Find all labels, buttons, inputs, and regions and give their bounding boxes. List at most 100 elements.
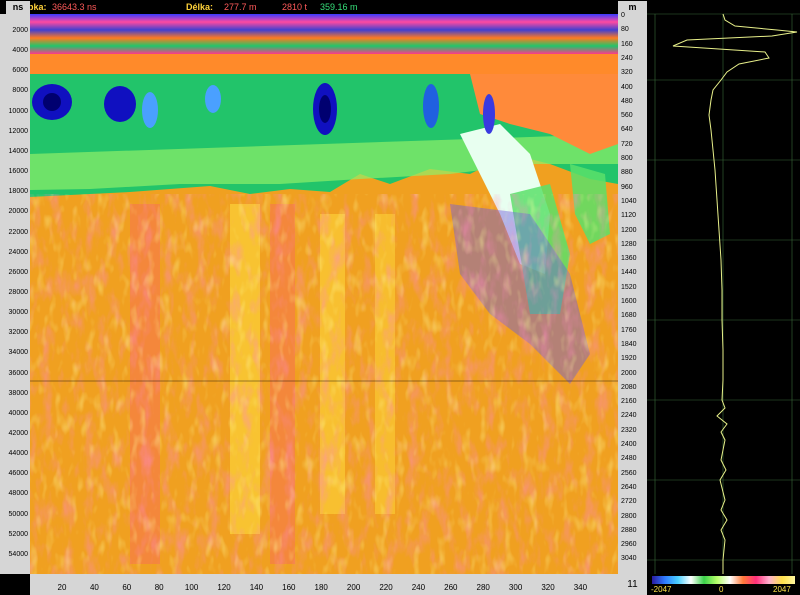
scale-max: 2047 <box>773 585 791 594</box>
depth-m-tick: 320 <box>621 69 633 77</box>
depth-m-tick: 400 <box>621 83 633 91</box>
depth-ns-tick: 20000 <box>8 208 28 216</box>
depth-m-tick: 3040 <box>621 555 637 563</box>
amplitude-scale: -2047 0 2047 <box>647 574 800 595</box>
depth-m-tick: 1120 <box>621 212 637 220</box>
depth-ns-tick: 42000 <box>8 430 28 437</box>
distance-tick: 140 <box>249 583 264 592</box>
trace-panel <box>647 0 800 574</box>
depth-axis-m: m 0 80 160 240 320 400 480 560 640 720 800 880 960 10… <box>618 1 647 574</box>
depth-m-tick: 1920 <box>621 355 637 363</box>
depth-m-tick: 1040 <box>621 197 637 205</box>
distance-tick: 20 <box>57 583 67 592</box>
depth-ns-tick: 46000 <box>8 470 28 478</box>
depth-m-tick: 2800 <box>621 512 637 520</box>
depth-ns-tick: 48000 <box>8 490 28 498</box>
depth-m-tick: 2880 <box>621 526 637 534</box>
distance-tick: 240 <box>411 583 426 592</box>
depth-m-tick: 80 <box>621 26 629 34</box>
depth-m-tick: 2480 <box>621 455 637 463</box>
distance-tick: 280 <box>476 583 490 592</box>
depth-ns-tick: 6000 <box>12 67 28 75</box>
distance-tick: 320 <box>541 583 555 592</box>
depth-axis-ns: ns 2000 4000 6000 8000 10000 12000 14000 16000 1… <box>0 1 30 574</box>
depth-m-tick: 240 <box>621 54 633 62</box>
depth-ns-tick: 14000 <box>8 147 28 155</box>
depth-ns-tick: 30000 <box>8 309 28 317</box>
depth-m-tick: 640 <box>621 126 633 134</box>
depth-ns-tick: 4000 <box>12 47 28 55</box>
position-value: 359.16 m <box>320 2 358 12</box>
distance-tick: 40 <box>89 583 99 592</box>
scale-mid: 0 <box>719 585 724 594</box>
depth-m-tick: 0 <box>621 12 625 19</box>
distance-tick: 340 <box>573 583 588 592</box>
depth-m-tick: 2080 <box>621 383 637 391</box>
distance-tick: 80 <box>154 583 164 592</box>
depth-m-tick: 800 <box>621 155 633 162</box>
depth-m-tick: 2320 <box>621 426 637 434</box>
depth-m-tick: 1760 <box>621 326 637 334</box>
depth-m-tick: 160 <box>621 40 633 48</box>
corner-value: 11 <box>618 574 647 595</box>
ns-unit: ns <box>6 1 30 14</box>
depth-m-tick: 1200 <box>621 226 637 234</box>
depth-ns-tick: 24000 <box>8 248 28 256</box>
distance-tick: 60 <box>122 583 132 592</box>
depth-m-tick: 960 <box>621 183 633 191</box>
distance-tick: 260 <box>444 583 458 592</box>
distance-tick: 180 <box>314 583 328 592</box>
status-bar: Hloubka: 36643.3 ns Délka: 277.7 m 2810 … <box>0 0 647 14</box>
depth-ns-tick: 36000 <box>8 369 28 377</box>
depth-ns-tick: 26000 <box>8 268 28 276</box>
depth-ns-tick: 22000 <box>8 228 28 236</box>
amplitude-trace <box>647 13 800 574</box>
depth-m-tick: 2560 <box>621 469 637 477</box>
depth-m-tick: 2640 <box>621 483 637 491</box>
depth-ns-tick: 2000 <box>12 27 28 34</box>
depth-ns-tick: 18000 <box>8 188 28 196</box>
depth-ns-tick: 8000 <box>12 87 28 95</box>
distance-tick: 300 <box>508 583 523 592</box>
depth-ns-tick: 16000 <box>8 168 28 176</box>
distance-tick: 220 <box>379 583 393 592</box>
depth-ns-tick: 52000 <box>8 530 28 538</box>
depth-m-tick: 1440 <box>621 269 637 277</box>
depth-value: 36643.3 ns <box>52 2 97 12</box>
distance-tick: 100 <box>184 583 199 592</box>
trace-count: 2810 t <box>282 2 308 12</box>
distance-tick: 120 <box>217 583 231 592</box>
depth-m-tick: 1600 <box>621 298 637 305</box>
depth-m-tick: 2960 <box>621 541 637 549</box>
distance-tick: 160 <box>282 583 296 592</box>
depth-ns-tick: 28000 <box>8 288 28 296</box>
depth-m-tick: 2000 <box>621 369 637 377</box>
depth-ns-tick: 12000 <box>8 127 28 135</box>
color-scale-bar <box>652 576 795 584</box>
depth-m-tick: 720 <box>621 140 633 148</box>
depth-m-tick: 880 <box>621 169 633 177</box>
depth-m-tick: 2160 <box>621 398 637 406</box>
radargram-view[interactable] <box>30 14 618 574</box>
depth-m-tick: 1360 <box>621 255 637 263</box>
scale-min: -2047 <box>651 585 672 594</box>
depth-m-tick: 1840 <box>621 340 637 348</box>
depth-m-tick: 1520 <box>621 283 637 291</box>
depth-ns-tick: 10000 <box>8 107 28 115</box>
depth-ns-tick: 54000 <box>8 550 28 558</box>
depth-ns-tick: 32000 <box>8 329 28 337</box>
depth-m-tick: 2400 <box>621 441 637 448</box>
length-value: 277.7 m <box>224 2 257 12</box>
distance-tick: 200 <box>346 583 361 592</box>
depth-m-tick: 1680 <box>621 312 637 320</box>
depth-m-tick: 2720 <box>621 498 637 506</box>
depth-m-tick: 560 <box>621 112 633 120</box>
depth-ns-tick: 44000 <box>8 450 28 458</box>
distance-axis: 20 40 60 80 100 120 140 160 180 200 220 240 260 280 30… <box>30 574 618 595</box>
radargram-image <box>30 14 618 574</box>
depth-m-tick: 1280 <box>621 240 637 248</box>
depth-m-tick: 480 <box>621 97 633 105</box>
depth-ns-tick: 38000 <box>8 389 28 397</box>
depth-ns-tick: 50000 <box>8 510 28 518</box>
depth-ns-tick: 40000 <box>8 409 28 417</box>
